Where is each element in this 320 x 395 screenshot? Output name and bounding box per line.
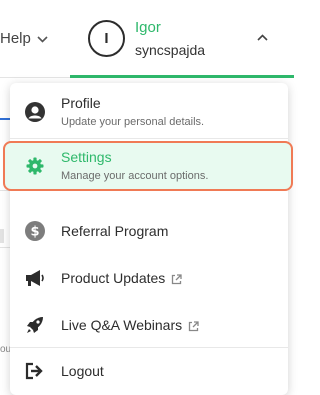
menu-item-label: Profile bbox=[61, 95, 101, 111]
svg-text:$: $ bbox=[30, 225, 39, 240]
help-menu-button[interactable]: Help bbox=[0, 30, 48, 47]
rocket-icon bbox=[24, 314, 46, 336]
menu-item-live-qa-webinars[interactable]: Live Q&A Webinars bbox=[10, 314, 288, 336]
menu-item-sublabel: Manage your account options. bbox=[61, 170, 209, 182]
menu-item-profile[interactable]: Profile Update your personal details. bbox=[10, 95, 288, 129]
gear-icon bbox=[24, 155, 46, 177]
user-circle-icon bbox=[24, 101, 46, 123]
menu-item-label: Live Q&A Webinars bbox=[61, 317, 183, 333]
megaphone-icon bbox=[24, 267, 46, 289]
menu-item-label: Logout bbox=[61, 363, 104, 379]
menu-item-referral-program[interactable]: $ Referral Program bbox=[10, 220, 288, 242]
user-dropdown-menu: Profile Update your personal details. Se… bbox=[3, 83, 293, 395]
dollar-circle-icon: $ bbox=[24, 220, 46, 242]
avatar: I bbox=[88, 20, 125, 57]
external-link-icon bbox=[172, 274, 182, 284]
external-link-icon bbox=[188, 321, 199, 331]
logout-icon bbox=[24, 360, 46, 382]
chevron-down-icon bbox=[37, 32, 48, 46]
user-name: Igor bbox=[135, 19, 161, 36]
menu-divider bbox=[10, 347, 288, 348]
top-bar: Help I Igor syncspajda bbox=[0, 0, 294, 78]
chevron-up-icon bbox=[257, 28, 268, 45]
menu-item-logout[interactable]: Logout bbox=[10, 360, 288, 382]
menu-item-sublabel: Update your personal details. bbox=[61, 116, 205, 128]
menu-item-label: Referral Program bbox=[61, 223, 169, 239]
background-line bbox=[0, 118, 10, 120]
background-line bbox=[0, 229, 4, 243]
user-menu-button[interactable]: I Igor syncspajda bbox=[70, 0, 294, 78]
menu-divider bbox=[10, 138, 288, 139]
user-handle: syncspajda bbox=[135, 42, 206, 58]
menu-item-label: Product Updates bbox=[61, 270, 166, 286]
menu-item-product-updates[interactable]: Product Updates bbox=[10, 267, 288, 289]
menu-item-settings[interactable]: Settings Manage your account options. bbox=[3, 141, 293, 191]
menu-item-label: Settings bbox=[61, 149, 112, 165]
help-label: Help bbox=[0, 30, 31, 47]
background-line bbox=[0, 247, 10, 248]
